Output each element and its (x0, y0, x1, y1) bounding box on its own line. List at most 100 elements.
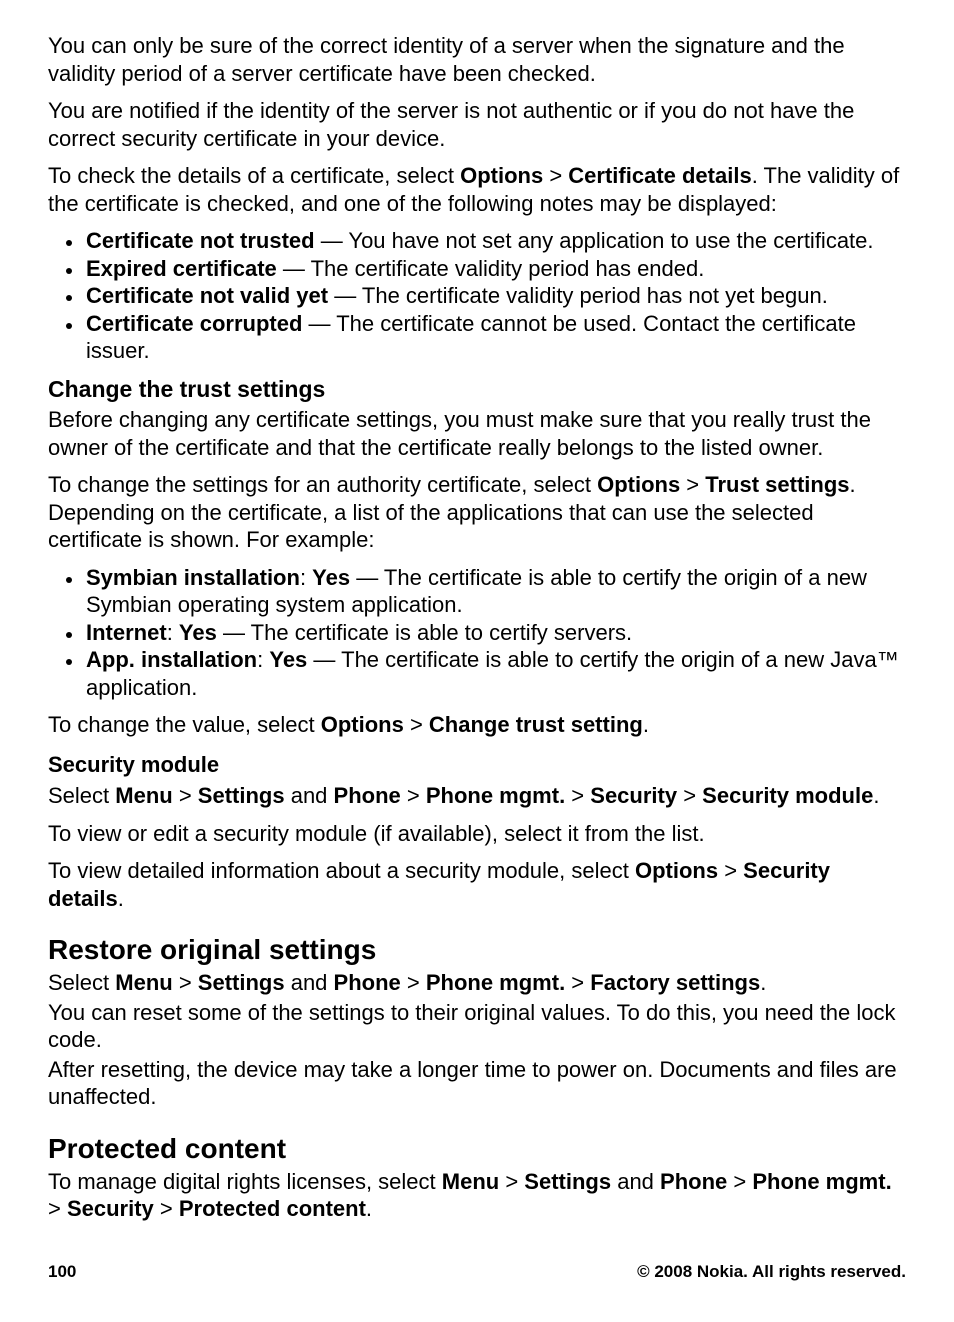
term-value: Yes (179, 620, 217, 645)
list-item: Symbian installation: Yes — The certific… (84, 564, 906, 619)
text: To manage digital rights licenses, selec… (48, 1169, 442, 1194)
copyright: © 2008 Nokia. All rights reserved. (637, 1261, 906, 1282)
text: and (611, 1169, 660, 1194)
page-number: 100 (48, 1261, 76, 1282)
paragraph: Select Menu > Settings and Phone > Phone… (48, 969, 906, 997)
paragraph: You are notified if the identity of the … (48, 97, 906, 152)
list-item: Expired certificate — The certificate va… (84, 255, 906, 283)
menu-path-item: Options (635, 858, 718, 883)
separator: > (154, 1196, 179, 1221)
term: App. installation (86, 647, 257, 672)
definition: — The certificate validity period has en… (277, 256, 705, 281)
separator: > (677, 783, 702, 808)
text: To view detailed information about a sec… (48, 858, 635, 883)
term: Certificate not valid yet (86, 283, 328, 308)
section-heading-protected: Protected content (48, 1131, 906, 1166)
separator: > (680, 472, 705, 497)
paragraph: To change the settings for an authority … (48, 471, 906, 554)
text: To change the value, select (48, 712, 321, 737)
list-item: Certificate corrupted — The certificate … (84, 310, 906, 365)
separator: > (173, 783, 198, 808)
menu-path-item: Phone mgmt. (426, 970, 565, 995)
menu-path-item: Phone (334, 783, 401, 808)
text: : (300, 565, 312, 590)
paragraph: To change the value, select Options > Ch… (48, 711, 906, 739)
menu-path-item: Phone mgmt. (426, 783, 565, 808)
paragraph: To view detailed information about a sec… (48, 857, 906, 912)
term: Internet (86, 620, 167, 645)
paragraph: To check the details of a certificate, s… (48, 162, 906, 217)
separator: > (499, 1169, 524, 1194)
separator: > (543, 163, 568, 188)
paragraph: You can only be sure of the correct iden… (48, 32, 906, 87)
separator: > (48, 1196, 67, 1221)
separator: > (173, 970, 198, 995)
menu-path-item: Phone mgmt. (752, 1169, 891, 1194)
subheading-trust-settings: Change the trust settings (48, 375, 906, 404)
text: Select (48, 783, 115, 808)
paragraph: To manage digital rights licenses, selec… (48, 1168, 906, 1223)
subheading-security-module: Security module (48, 751, 906, 779)
bullet-list: Certificate not trusted — You have not s… (48, 227, 906, 365)
term: Expired certificate (86, 256, 277, 281)
list-item: App. installation: Yes — The certificate… (84, 646, 906, 701)
list-item: Internet: Yes — The certificate is able … (84, 619, 906, 647)
definition: — The certificate validity period has no… (328, 283, 828, 308)
text: . (873, 783, 879, 808)
separator: > (401, 970, 426, 995)
menu-path-item: Certificate details (568, 163, 751, 188)
text: . (643, 712, 649, 737)
paragraph: To view or edit a security module (if av… (48, 820, 906, 848)
text: To check the details of a certificate, s… (48, 163, 460, 188)
menu-path-item: Factory settings (590, 970, 760, 995)
text: . (366, 1196, 372, 1221)
menu-path-item: Menu (442, 1169, 499, 1194)
menu-path-item: Options (321, 712, 404, 737)
section-heading-restore: Restore original settings (48, 932, 906, 967)
menu-path-item: Protected content (179, 1196, 366, 1221)
text: and (285, 970, 334, 995)
list-item: Certificate not trusted — You have not s… (84, 227, 906, 255)
menu-path-item: Settings (198, 783, 285, 808)
menu-path-item: Options (597, 472, 680, 497)
definition: — The certificate is able to certify ser… (217, 620, 632, 645)
separator: > (565, 783, 590, 808)
menu-path-item: Phone (334, 970, 401, 995)
menu-path-item: Trust settings (705, 472, 849, 497)
menu-path-item: Options (460, 163, 543, 188)
text: and (285, 783, 334, 808)
text: . (118, 886, 124, 911)
menu-path-item: Menu (115, 783, 172, 808)
term-value: Yes (269, 647, 307, 672)
bullet-list: Symbian installation: Yes — The certific… (48, 564, 906, 702)
text: : (167, 620, 179, 645)
text: : (257, 647, 269, 672)
menu-path-item: Security (590, 783, 677, 808)
paragraph: After resetting, the device may take a l… (48, 1056, 906, 1111)
term: Certificate corrupted (86, 311, 302, 336)
text: . (760, 970, 766, 995)
page-footer: 100 © 2008 Nokia. All rights reserved. (48, 1261, 906, 1282)
separator: > (727, 1169, 752, 1194)
separator: > (401, 783, 426, 808)
term: Symbian installation (86, 565, 300, 590)
menu-path-item: Security module (702, 783, 873, 808)
paragraph: Select Menu > Settings and Phone > Phone… (48, 782, 906, 810)
list-item: Certificate not valid yet — The certific… (84, 282, 906, 310)
menu-path-item: Change trust setting (429, 712, 643, 737)
menu-path-item: Settings (524, 1169, 611, 1194)
text: To change the settings for an authority … (48, 472, 597, 497)
separator: > (565, 970, 590, 995)
separator: > (404, 712, 429, 737)
term: Certificate not trusted (86, 228, 315, 253)
menu-path-item: Menu (115, 970, 172, 995)
definition: — You have not set any application to us… (315, 228, 874, 253)
paragraph: You can reset some of the settings to th… (48, 999, 906, 1054)
separator: > (718, 858, 743, 883)
paragraph: Before changing any certificate settings… (48, 406, 906, 461)
menu-path-item: Security (67, 1196, 154, 1221)
menu-path-item: Settings (198, 970, 285, 995)
term-value: Yes (312, 565, 350, 590)
menu-path-item: Phone (660, 1169, 727, 1194)
text: Select (48, 970, 115, 995)
